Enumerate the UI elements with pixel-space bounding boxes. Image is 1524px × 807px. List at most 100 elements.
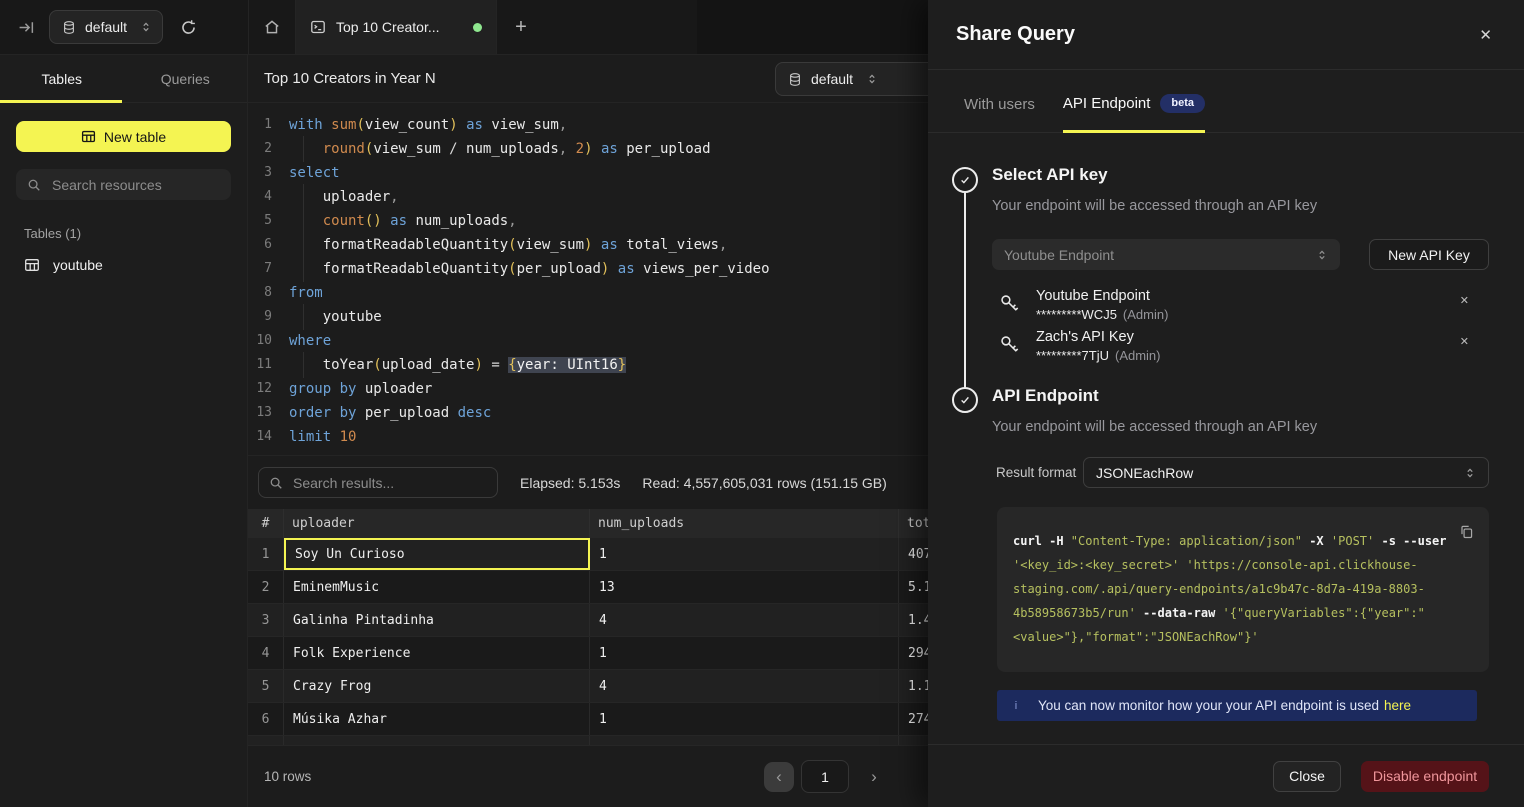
key-role: (Admin) <box>1115 348 1161 363</box>
database-icon <box>788 72 802 87</box>
column-header-uploader[interactable]: uploader <box>284 509 590 538</box>
database-selector[interactable]: default <box>49 10 163 44</box>
table-row: 2EminemMusic135.1 <box>248 571 928 604</box>
tab-queries[interactable]: Queries <box>124 55 248 102</box>
step2-check-icon <box>952 387 978 413</box>
line-number: 6 <box>248 233 272 257</box>
new-table-button[interactable]: New table <box>16 121 231 152</box>
api-key-row: Youtube Endpoint *********WCJ5(Admin) ✕ <box>999 288 1489 327</box>
new-tab-button[interactable]: + <box>497 0 545 54</box>
cell-uploader[interactable]: Soy Un Curioso <box>284 538 590 570</box>
cell-total_views[interactable]: 5.1 <box>899 571 928 603</box>
row-number[interactable]: 5 <box>248 670 284 702</box>
cell-num_uploads[interactable]: 1 <box>590 637 899 669</box>
read-stat: Read: 4,557,605,031 rows (151.15 GB) <box>642 475 886 491</box>
result-format-select[interactable]: JSONEachRow <box>1083 457 1489 488</box>
table-grid-icon <box>81 129 96 144</box>
search-results-input[interactable] <box>291 474 487 492</box>
code-line: 5 count() as num_uploads, <box>248 209 928 233</box>
cell-total_views[interactable]: 407 <box>899 538 928 570</box>
api-key-list: Youtube Endpoint *********WCJ5(Admin) ✕ … <box>992 288 1489 368</box>
code-line: 14limit 10 <box>248 425 928 449</box>
code-line: 10where <box>248 329 928 353</box>
current-page[interactable]: 1 <box>801 760 849 793</box>
step1-check-icon <box>952 167 978 193</box>
cell-num_uploads[interactable]: 1 <box>590 538 899 570</box>
row-number[interactable]: 3 <box>248 604 284 636</box>
api-key-select-value: Youtube Endpoint <box>1004 247 1114 263</box>
banner-link[interactable]: here <box>1384 698 1411 713</box>
code-text: group by uploader <box>289 377 432 401</box>
share-panel-body: Select API key Your endpoint will be acc… <box>928 133 1524 744</box>
elapsed-stat: Elapsed: 5.153s <box>520 475 620 491</box>
cell-uploader[interactable]: Crazy Frog <box>284 670 590 702</box>
row-number[interactable]: 1 <box>248 538 284 570</box>
tab-api-endpoint[interactable]: API Endpoint beta <box>1063 94 1205 132</box>
stepper-connector <box>964 191 966 389</box>
cell-num_uploads[interactable]: 13 <box>590 571 899 603</box>
query-title: Top 10 Creators in Year N <box>264 70 436 87</box>
refresh-icon[interactable] <box>180 19 197 36</box>
results-search <box>258 467 498 498</box>
row-number[interactable]: 6 <box>248 703 284 735</box>
row-number[interactable]: 2 <box>248 571 284 603</box>
top-bar-spacer <box>697 0 928 54</box>
api-key-controls: Youtube Endpoint New API Key <box>992 239 1489 270</box>
query-tab[interactable]: Top 10 Creator... <box>296 0 497 54</box>
tab-tables[interactable]: Tables <box>0 55 124 102</box>
api-key-select[interactable]: Youtube Endpoint <box>992 239 1340 270</box>
results-table-body: 1Soy Un Curioso14072EminemMusic135.13Gal… <box>248 538 928 745</box>
close-button[interactable]: Close <box>1273 761 1341 792</box>
line-number: 2 <box>248 137 272 161</box>
column-header-index[interactable]: # <box>248 509 284 538</box>
terminal-icon <box>310 19 326 35</box>
database-selector-value: default <box>85 19 131 35</box>
cell-num_uploads[interactable]: 4 <box>590 670 899 702</box>
cell-num_uploads[interactable]: 1 <box>590 703 899 735</box>
table-row: 3Galinha Pintadinha41.4 <box>248 604 928 637</box>
code-lines: 1with sum(view_count) as view_sum,2 roun… <box>248 113 928 449</box>
chevron-updown-icon <box>1464 467 1476 479</box>
cell-total_views[interactable]: 274 <box>899 703 928 735</box>
cell-uploader[interactable]: Folk Experience <box>284 637 590 669</box>
cell-total_views[interactable]: 1.1 <box>899 670 928 702</box>
sidebar-item-youtube[interactable]: youtube <box>0 253 247 277</box>
disable-endpoint-button[interactable]: Disable endpoint <box>1361 761 1489 792</box>
cell-num_uploads[interactable]: 4 <box>590 604 899 636</box>
prev-page-button[interactable]: ‹ <box>764 762 794 792</box>
next-page-button[interactable]: › <box>864 767 884 787</box>
tab-with-users[interactable]: With users <box>964 96 1035 132</box>
table-row-partial <box>248 736 928 745</box>
row-number[interactable]: 4 <box>248 637 284 669</box>
sql-editor[interactable]: 1with sum(view_count) as view_sum,2 roun… <box>248 103 928 455</box>
code-line: 9 youtube <box>248 305 928 329</box>
copy-icon[interactable] <box>1457 522 1476 541</box>
tab-api-endpoint-label: API Endpoint <box>1063 95 1151 112</box>
indent-guide <box>303 352 304 378</box>
line-number: 1 <box>248 113 272 137</box>
column-header-num_uploads[interactable]: num_uploads <box>590 509 899 538</box>
top-bar-left: default <box>0 0 248 54</box>
step1-title: Select API key <box>992 165 1489 185</box>
close-icon[interactable]: ✕ <box>1475 22 1496 48</box>
results-table: #uploadernum_uploadstotal_views 1Soy Un … <box>248 509 928 745</box>
code-text: order by per_upload desc <box>289 401 491 425</box>
cell-uploader[interactable]: Músika Azhar <box>284 703 590 735</box>
remove-key-icon[interactable]: ✕ <box>1454 334 1475 349</box>
search-resources-input[interactable] <box>50 176 220 194</box>
cell-total_views[interactable]: 1.4 <box>899 604 928 636</box>
remove-key-icon[interactable]: ✕ <box>1454 293 1475 308</box>
collapse-sidebar-icon[interactable] <box>18 19 35 36</box>
query-database-selector[interactable]: default <box>775 62 928 96</box>
cell-uploader[interactable]: Galinha Pintadinha <box>284 604 590 636</box>
code-line: 7 formatReadableQuantity(per_upload) as … <box>248 257 928 281</box>
table-row: 1Soy Un Curioso1407 <box>248 538 928 571</box>
workspace: Tables Queries New table Tables (1) <box>0 55 928 807</box>
home-button[interactable] <box>248 0 296 54</box>
cell-total_views[interactable]: 294 <box>899 637 928 669</box>
cell-uploader[interactable]: EminemMusic <box>284 571 590 603</box>
tab-with-users-label: With users <box>964 96 1035 113</box>
new-api-key-button[interactable]: New API Key <box>1369 239 1489 270</box>
key-masked: *********WCJ5(Admin) <box>1036 307 1168 322</box>
column-header-total_views[interactable]: total_views <box>899 509 928 538</box>
